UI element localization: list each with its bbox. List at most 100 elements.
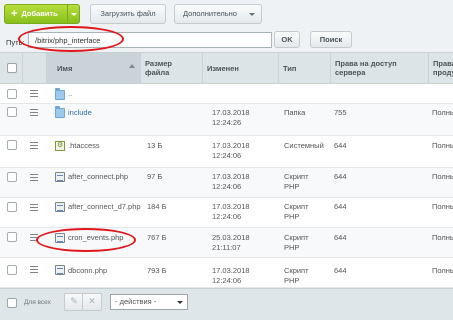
modified-date: 17.03.2018 — [212, 266, 250, 275]
column-header-rights[interactable]: Права на доступ сервера — [330, 53, 428, 83]
file-name-link[interactable]: after_connect.php — [68, 172, 128, 182]
apply-to-all-label: Для всех — [24, 299, 51, 306]
row-checkbox[interactable] — [7, 140, 17, 150]
table-row[interactable]: .. — [0, 84, 453, 104]
row-menu-icon[interactable] — [30, 90, 38, 99]
highlight-ellipse-path — [18, 26, 124, 52]
table-row[interactable]: include 17.03.2018 12:24:26 Папка 755 По… — [0, 104, 453, 136]
modified-date: 17.03.2018 — [212, 141, 250, 150]
file-type: Папка — [284, 108, 306, 117]
server-rights: 644 — [334, 233, 347, 242]
more-button-label: Дополнительно — [183, 9, 237, 18]
modified-date: 25.03.2018 — [212, 233, 250, 242]
column-header-size[interactable]: Размер файла — [140, 53, 202, 83]
modified-date: 17.03.2018 — [212, 172, 250, 181]
column-header-prod-line2: проду — [433, 68, 453, 77]
modified-time: 12:24:06 — [212, 212, 242, 221]
modified-time: 12:24:06 — [212, 182, 242, 191]
add-button[interactable]: + Добавить — [4, 4, 80, 24]
file-name-link[interactable]: .htaccess — [68, 141, 100, 151]
file-name-link[interactable]: dbconn.php — [68, 266, 107, 276]
server-rights: 644 — [334, 172, 347, 181]
file-type-line1: Скрипт — [284, 233, 309, 242]
product-rights: Полны — [432, 233, 453, 242]
column-header-product-rights[interactable]: Права проду — [428, 53, 453, 83]
modified-time: 12:24:06 — [212, 151, 242, 160]
file-size: 184 Б — [147, 202, 167, 211]
table-row[interactable]: .htaccess 13 Б 17.03.2018 12:24:06 Систе… — [0, 136, 453, 168]
chevron-down-icon — [249, 13, 255, 16]
row-checkbox[interactable] — [7, 232, 17, 242]
row-menu-icon[interactable] — [30, 174, 38, 183]
toolbar: + Добавить Загрузить файл Дополнительно — [0, 0, 453, 28]
modified-date: 17.03.2018 — [212, 108, 250, 117]
file-size: 13 Б — [147, 141, 163, 150]
column-header-rights-line1: Права на доступ — [335, 59, 397, 68]
header-checkbox-cell — [0, 53, 22, 83]
file-type-line1: Скрипт — [284, 172, 309, 181]
row-checkbox[interactable] — [7, 265, 17, 275]
file-size: 97 Б — [147, 172, 163, 181]
highlight-ellipse-cron-events — [36, 228, 136, 252]
add-dropdown-toggle[interactable] — [67, 5, 79, 23]
modified-time: 21:11:07 — [212, 243, 241, 252]
server-rights: 644 — [334, 141, 347, 150]
ok-button[interactable]: OK — [274, 31, 300, 48]
select-all-checkbox[interactable] — [7, 63, 17, 73]
upload-file-button[interactable]: Загрузить файл — [90, 4, 166, 24]
row-checkbox[interactable] — [7, 172, 17, 182]
chevron-down-icon — [177, 301, 183, 304]
modified-date: 17.03.2018 — [212, 202, 250, 211]
search-button[interactable]: Поиск — [310, 31, 352, 48]
row-menu-icon[interactable] — [30, 109, 38, 118]
column-header-size-line1: Размер — [145, 59, 173, 68]
table-row[interactable]: after_connect_d7.php 184 Б 17.03.2018 12… — [0, 198, 453, 228]
file-type-line2: PHP — [284, 182, 300, 191]
file-type-line2: PHP — [284, 276, 300, 285]
plus-icon: + — [11, 8, 18, 20]
folder-icon — [55, 106, 65, 118]
row-menu-icon[interactable] — [30, 142, 38, 151]
column-header-modified[interactable]: Изменен — [202, 53, 278, 83]
file-name-link[interactable]: after_connect_d7.php — [68, 202, 141, 212]
edit-icon[interactable]: ✎ — [64, 293, 84, 311]
column-header-name[interactable]: Имя — [46, 53, 140, 83]
add-button-label: Добавить — [21, 9, 58, 18]
actions-select[interactable]: - действия - — [110, 294, 188, 310]
file-type: Системный — [284, 141, 324, 150]
row-checkbox[interactable] — [7, 202, 17, 212]
file-type-line1: Скрипт — [284, 266, 309, 275]
column-header-prod-line1: Права — [433, 59, 453, 68]
product-rights: Полны — [432, 108, 453, 117]
actions-select-value: - действия - — [115, 297, 157, 306]
product-rights: Полны — [432, 141, 453, 150]
sort-asc-icon — [129, 64, 135, 68]
file-name-link[interactable]: include — [68, 108, 92, 118]
file-type-line2: PHP — [284, 212, 300, 221]
row-menu-icon[interactable] — [30, 266, 38, 275]
php-file-icon — [55, 265, 65, 275]
column-header-size-line2: файла — [145, 68, 170, 77]
php-file-icon — [55, 172, 65, 182]
table-row[interactable]: dbconn.php 793 Б 17.03.2018 12:24:06 Скр… — [0, 258, 453, 288]
server-rights: 644 — [334, 266, 347, 275]
header-menu-cell — [22, 53, 46, 83]
apply-to-all-checkbox[interactable] — [7, 298, 17, 308]
table-header: Имя Размер файла Изменен Тип Права на до… — [0, 52, 453, 84]
more-button[interactable]: Дополнительно — [174, 4, 262, 24]
modified-time: 12:24:26 — [212, 118, 242, 127]
table-row[interactable]: after_connect.php 97 Б 17.03.2018 12:24:… — [0, 168, 453, 198]
product-rights: Полны — [432, 172, 453, 181]
server-rights: 644 — [334, 202, 347, 211]
file-name-link[interactable]: .. — [68, 89, 72, 99]
server-rights: 755 — [334, 108, 347, 117]
system-file-icon — [55, 141, 65, 151]
row-menu-icon[interactable] — [30, 204, 38, 213]
row-checkbox[interactable] — [7, 107, 17, 117]
modified-time: 12:24:06 — [212, 276, 242, 285]
row-checkbox[interactable] — [7, 89, 17, 99]
file-size: 793 Б — [147, 266, 167, 275]
column-header-type[interactable]: Тип — [278, 53, 330, 83]
column-header-rights-line2: сервера — [335, 68, 366, 77]
delete-icon[interactable]: ✕ — [82, 293, 102, 311]
